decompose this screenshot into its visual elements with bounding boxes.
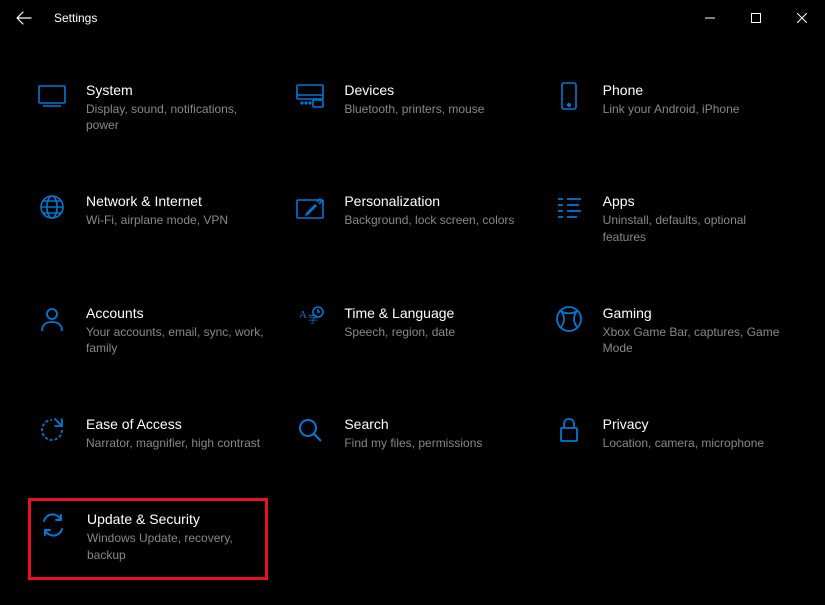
update-icon — [37, 509, 69, 541]
item-desc: Background, lock screen, colors — [344, 212, 522, 228]
item-title: Network & Internet — [86, 193, 264, 209]
search-icon — [294, 414, 326, 446]
item-title: Personalization — [344, 193, 522, 209]
item-title: Apps — [603, 193, 781, 209]
item-desc: Bluetooth, printers, mouse — [344, 101, 522, 117]
gaming-icon — [553, 303, 585, 335]
titlebar: Settings — [0, 0, 825, 36]
settings-item-personalization[interactable]: Personalization Background, lock screen,… — [288, 187, 528, 248]
settings-item-privacy[interactable]: Privacy Location, camera, microphone — [547, 410, 787, 455]
personalization-icon — [294, 191, 326, 223]
lock-icon — [553, 414, 585, 446]
item-title: Time & Language — [344, 305, 522, 321]
ease-of-access-icon — [36, 414, 68, 446]
item-desc: Windows Update, recovery, backup — [87, 530, 259, 562]
item-title: Privacy — [603, 416, 781, 432]
settings-item-phone[interactable]: Phone Link your Android, iPhone — [547, 76, 787, 137]
minimize-icon — [705, 13, 715, 23]
item-title: Phone — [603, 82, 781, 98]
svg-text:A: A — [299, 309, 307, 321]
settings-item-apps[interactable]: Apps Uninstall, defaults, optional featu… — [547, 187, 787, 248]
arrow-left-icon — [16, 10, 32, 26]
settings-item-system[interactable]: System Display, sound, notifications, po… — [30, 76, 270, 137]
item-title: Update & Security — [87, 511, 259, 527]
item-desc: Link your Android, iPhone — [603, 101, 781, 117]
maximize-button[interactable] — [733, 0, 779, 36]
devices-icon — [294, 80, 326, 112]
item-desc: Find my files, permissions — [344, 435, 522, 451]
window-controls — [687, 0, 825, 36]
settings-item-time[interactable]: A 字 Time & Language Speech, region, date — [288, 299, 528, 360]
item-title: Search — [344, 416, 522, 432]
globe-icon — [36, 191, 68, 223]
item-title: Devices — [344, 82, 522, 98]
item-desc: Xbox Game Bar, captures, Game Mode — [603, 324, 781, 356]
settings-grid: System Display, sound, notifications, po… — [30, 76, 795, 573]
svg-text:字: 字 — [308, 313, 318, 326]
item-desc: Wi-Fi, airplane mode, VPN — [86, 212, 264, 228]
settings-content: System Display, sound, notifications, po… — [0, 36, 825, 573]
settings-item-gaming[interactable]: Gaming Xbox Game Bar, captures, Game Mod… — [547, 299, 787, 360]
apps-icon — [553, 191, 585, 223]
system-icon — [36, 80, 68, 112]
item-desc: Uninstall, defaults, optional features — [603, 212, 781, 244]
item-title: Accounts — [86, 305, 264, 321]
settings-item-search[interactable]: Search Find my files, permissions — [288, 410, 528, 455]
person-icon — [36, 303, 68, 335]
phone-icon — [553, 80, 585, 112]
back-button[interactable] — [0, 0, 48, 36]
minimize-button[interactable] — [687, 0, 733, 36]
item-desc: Location, camera, microphone — [603, 435, 781, 451]
item-title: Ease of Access — [86, 416, 264, 432]
window-title: Settings — [54, 11, 97, 25]
settings-item-accounts[interactable]: Accounts Your accounts, email, sync, wor… — [30, 299, 270, 360]
item-desc: Speech, region, date — [344, 324, 522, 340]
item-desc: Your accounts, email, sync, work, family — [86, 324, 264, 356]
item-title: Gaming — [603, 305, 781, 321]
settings-item-devices[interactable]: Devices Bluetooth, printers, mouse — [288, 76, 528, 137]
maximize-icon — [751, 13, 761, 23]
item-title: System — [86, 82, 264, 98]
settings-item-ease[interactable]: Ease of Access Narrator, magnifier, high… — [30, 410, 270, 455]
close-button[interactable] — [779, 0, 825, 36]
item-desc: Display, sound, notifications, power — [86, 101, 264, 133]
settings-item-update[interactable]: Update & Security Windows Update, recove… — [28, 498, 268, 579]
time-language-icon: A 字 — [294, 303, 326, 335]
close-icon — [797, 13, 807, 23]
settings-item-network[interactable]: Network & Internet Wi-Fi, airplane mode,… — [30, 187, 270, 248]
item-desc: Narrator, magnifier, high contrast — [86, 435, 264, 451]
